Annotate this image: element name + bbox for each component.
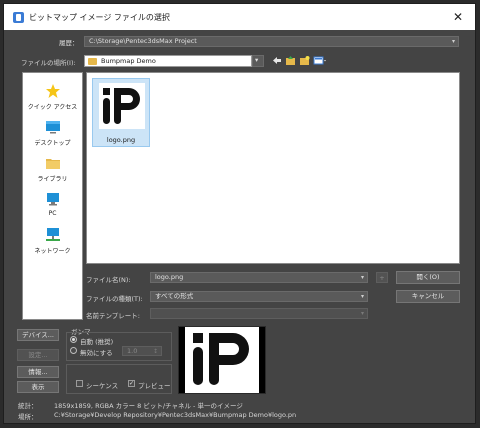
- file-item[interactable]: logo.png: [92, 78, 150, 147]
- filename-label: ファイル名(N):: [86, 276, 131, 284]
- app-icon: [13, 12, 24, 23]
- location-dropdown[interactable]: Bumpmap Demo: [84, 55, 252, 67]
- history-dropdown[interactable]: C:\Storage\Pentec3dsMax Project ▾: [84, 36, 459, 47]
- desktop-icon: [45, 119, 61, 135]
- location-info-label: 場所：: [18, 413, 38, 421]
- window-title: ビットマップ イメージ ファイルの選択: [29, 13, 170, 22]
- filetype-label: ファイルの種類(T):: [86, 295, 143, 303]
- stats-label: 統計：: [18, 402, 38, 410]
- place-label: クイック アクセス: [27, 104, 78, 111]
- close-icon: ✕: [452, 10, 464, 24]
- location-value: Bumpmap Demo: [101, 57, 156, 65]
- location-label: ファイルの場所(I):: [21, 59, 76, 67]
- place-label: ライブラリ: [37, 176, 68, 183]
- add-button[interactable]: +: [376, 272, 388, 283]
- spinner-icon: ↕: [152, 348, 158, 355]
- place-label: デスクトップ: [34, 140, 71, 147]
- file-name: logo.png: [106, 136, 136, 144]
- history-label: 履歴：: [59, 39, 79, 47]
- chevron-down-icon: ▾: [451, 38, 455, 45]
- place-quick-access[interactable]: クイック アクセス: [23, 77, 82, 113]
- gamma-auto-radio[interactable]: [70, 336, 77, 343]
- file-list[interactable]: logo.png: [86, 72, 460, 264]
- view-button[interactable]: 表示: [17, 381, 59, 393]
- location-dropdown-arrow[interactable]: ▾: [252, 55, 264, 67]
- preview-checkbox[interactable]: ✓: [128, 380, 135, 387]
- folder-icon: [88, 58, 97, 65]
- stats-value: 1859x1859, RGBA カラー 8 ビット/チャネル - 単一のイメージ: [54, 402, 243, 410]
- place-label: ネットワーク: [34, 248, 71, 255]
- library-folder-icon: [45, 155, 61, 171]
- open-button[interactable]: 開く(O): [396, 271, 460, 284]
- pc-icon: [45, 191, 61, 207]
- gamma-override-radio[interactable]: [70, 347, 77, 354]
- template-label: 名前テンプレート:: [86, 312, 140, 320]
- close-button[interactable]: ✕: [447, 7, 469, 27]
- view-menu-icon[interactable]: [313, 55, 326, 66]
- place-network[interactable]: ネットワーク: [23, 221, 82, 257]
- logo-preview-icon: [179, 327, 265, 393]
- chevron-down-icon: ▾: [360, 310, 364, 317]
- filetype-value: すべての形式: [155, 292, 194, 300]
- image-preview: [178, 326, 266, 394]
- sequence-label: シーケンス: [86, 382, 119, 390]
- filename-input[interactable]: logo.png ▾: [150, 272, 368, 283]
- setup-button[interactable]: 設定...: [17, 349, 59, 361]
- bitmap-file-dialog: ビットマップ イメージ ファイルの選択 ✕ 履歴： C:\Storage\Pen…: [3, 3, 476, 424]
- place-label: PC: [48, 210, 57, 217]
- title-bar: ビットマップ イメージ ファイルの選択 ✕: [4, 4, 475, 30]
- location-info-value: C:¥Storage¥Develop Repository¥Pentec3dsM…: [54, 411, 297, 419]
- star-icon: [45, 83, 61, 99]
- place-pc[interactable]: PC: [23, 185, 82, 221]
- gamma-override-label: 無効にする: [80, 349, 113, 357]
- device-button[interactable]: デバイス...: [17, 329, 59, 341]
- gamma-auto-label: 自動 (推奨): [80, 338, 114, 346]
- info-button[interactable]: 情報...: [17, 366, 59, 378]
- image-thumbnail-icon: [99, 83, 145, 129]
- sequence-checkbox[interactable]: [76, 380, 83, 387]
- place-desktop[interactable]: デスクトップ: [23, 113, 82, 149]
- network-icon: [45, 227, 61, 243]
- places-bar: クイック アクセス デスクトップ ライブラリ PC ネットワーク: [22, 72, 83, 320]
- history-value: C:\Storage\Pentec3dsMax Project: [89, 37, 197, 45]
- filename-value: logo.png: [155, 273, 184, 281]
- chevron-down-icon: ▾: [360, 274, 364, 281]
- template-dropdown[interactable]: ▾: [150, 308, 368, 319]
- gamma-override-spinner[interactable]: 1.0 ↕: [122, 346, 162, 356]
- chevron-down-icon: ▾: [255, 56, 259, 64]
- chevron-down-icon: ▾: [360, 293, 364, 300]
- back-icon[interactable]: [271, 55, 282, 66]
- new-folder-icon[interactable]: [299, 55, 310, 66]
- place-libraries[interactable]: ライブラリ: [23, 149, 82, 185]
- preview-label: プレビュー: [138, 382, 171, 390]
- gamma-override-value: 1.0: [127, 347, 138, 355]
- cancel-button[interactable]: キャンセル: [396, 290, 460, 303]
- filetype-dropdown[interactable]: すべての形式 ▾: [150, 291, 368, 302]
- up-folder-icon[interactable]: [285, 55, 296, 66]
